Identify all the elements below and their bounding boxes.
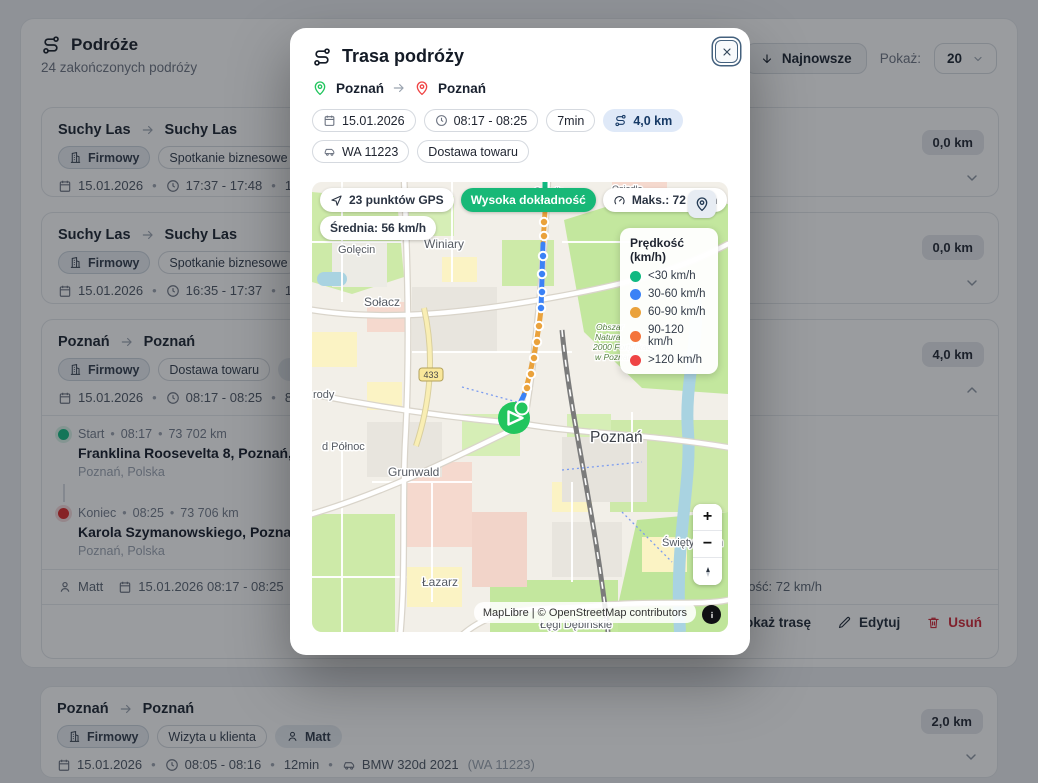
- accuracy-badge: Wysoka dokładność: [461, 188, 596, 212]
- purpose-chip: Dostawa towaru: [417, 140, 529, 163]
- legend-item: 60-90 km/h: [630, 306, 708, 318]
- trip-route-modal: Trasa podróży Poznań Poznań 15.01.2026 0…: [290, 28, 750, 655]
- modal-route-row: Poznań Poznań: [312, 80, 728, 96]
- recenter-button[interactable]: [688, 190, 716, 218]
- map-pin-start-icon: [312, 80, 328, 96]
- route-to: Poznań: [438, 81, 486, 96]
- compass-icon: [701, 565, 715, 579]
- map-zoom-controls: + −: [693, 504, 722, 585]
- modal-title: Trasa podróży: [342, 46, 464, 67]
- compass-button[interactable]: [693, 558, 722, 585]
- route-end-point: [516, 402, 529, 415]
- page: Podróże 24 zakończonych podróży Najnowsz…: [0, 0, 1038, 783]
- legend-item: >120 km/h: [630, 354, 708, 366]
- map-label: Łazarz: [422, 575, 458, 589]
- gauge-icon: [613, 194, 626, 207]
- map-label: Grunwald: [388, 465, 439, 479]
- date-chip: 15.01.2026: [312, 109, 416, 132]
- avg-speed-badge: Średnia: 56 km/h: [320, 216, 436, 240]
- legend-dot: [630, 331, 641, 342]
- plate-chip: WA 11223: [312, 140, 409, 163]
- info-button[interactable]: [702, 605, 721, 624]
- map-attribution[interactable]: MapLibre | © OpenStreetMap contributors: [474, 602, 696, 623]
- route-map[interactable]: Osiedle Osiedle Winiary Golęcin Sołacz r…: [312, 182, 728, 632]
- map-label-city: Poznań: [590, 429, 643, 446]
- route-icon: [312, 47, 332, 67]
- navigation-icon: [330, 194, 343, 207]
- svg-text:433: 433: [423, 370, 438, 380]
- calendar-icon: [323, 114, 336, 127]
- road-shield: 433: [419, 368, 443, 381]
- legend-item: 30-60 km/h: [630, 288, 708, 300]
- legend-dot: [630, 289, 641, 300]
- time-chip: 08:17 - 08:25: [424, 109, 539, 132]
- duration-chip: 7min: [546, 109, 595, 132]
- map-label: Golęcin: [338, 244, 375, 256]
- zoom-in-button[interactable]: +: [693, 504, 722, 531]
- legend-item: 90-120 km/h: [630, 324, 708, 348]
- map-label: rody: [313, 389, 335, 401]
- trip-chip-row: 15.01.2026 08:17 - 08:25 7min 4,0 km WA …: [312, 109, 728, 163]
- map-label: Sołacz: [364, 295, 400, 309]
- legend-item: <30 km/h: [630, 270, 708, 282]
- speed-legend: Prędkość (km/h) <30 km/h 30-60 km/h 60-9…: [620, 228, 718, 374]
- legend-dot: [630, 271, 641, 282]
- map-label: d Północ: [322, 441, 365, 453]
- info-icon: [706, 609, 718, 621]
- map-label-nature: Natura: [595, 332, 621, 342]
- map-pin-end-icon: [414, 80, 430, 96]
- gps-points-badge: 23 punktów GPS: [320, 188, 454, 212]
- legend-title: Prędkość (km/h): [630, 236, 708, 264]
- map-pin-icon: [694, 196, 710, 212]
- avg-speed-row: Średnia: 56 km/h: [320, 216, 436, 240]
- distance-chip: 4,0 km: [603, 109, 683, 132]
- close-icon: [721, 46, 733, 58]
- map-stats-row: 23 punktów GPS Wysoka dokładność Maks.: …: [320, 188, 727, 212]
- legend-dot: [630, 307, 641, 318]
- zoom-out-button[interactable]: −: [693, 531, 722, 558]
- close-button[interactable]: [715, 40, 738, 63]
- route-icon: [614, 114, 627, 127]
- car-icon: [323, 145, 336, 158]
- legend-dot: [630, 355, 641, 366]
- arrow-right-icon: [392, 81, 406, 95]
- clock-icon: [435, 114, 448, 127]
- route-from: Poznań: [336, 81, 384, 96]
